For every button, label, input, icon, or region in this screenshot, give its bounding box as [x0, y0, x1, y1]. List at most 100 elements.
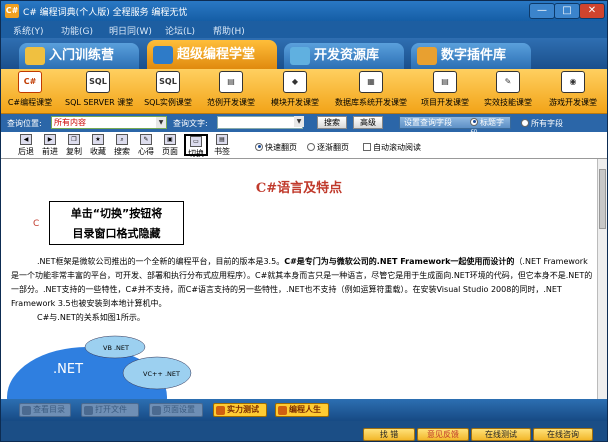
option-fast-page[interactable]: 快速翻页 — [255, 142, 297, 153]
page-button[interactable]: ▣ 页面 — [159, 134, 181, 156]
online-test-button[interactable]: 在线测试 — [471, 428, 531, 441]
module-dbsystem[interactable]: ▦ 数据库系统开发课堂 — [331, 71, 411, 112]
dotnet-diagram: .NET VB .NET VC++ .NET — [7, 335, 192, 399]
open-file-button[interactable]: 打开文件 — [81, 403, 139, 417]
copy-button[interactable]: ❐ 复制 — [63, 134, 85, 156]
back-button[interactable]: ◀ 后退 — [15, 134, 37, 156]
online-consult-button[interactable]: 在线咨询 — [533, 428, 593, 441]
tutorial-callout: 单击“切换”按钮将 目录窗口格式隐藏 — [49, 201, 184, 245]
plugin-icon — [417, 47, 437, 65]
cube-icon: ◆ — [283, 71, 307, 93]
report-error-button[interactable]: 找 错 — [363, 428, 415, 441]
favorite-button[interactable]: ★ 收藏 — [87, 134, 109, 156]
menu-system[interactable]: 系统(Y) — [13, 24, 44, 37]
switch-button[interactable]: ▭ 切换 — [184, 134, 208, 158]
maximize-button[interactable]: □ — [554, 3, 580, 19]
database-icon: SQL — [156, 71, 180, 93]
margin-marker: C — [33, 219, 40, 229]
footer-bar: 找 错 意见反馈 在线测试 在线咨询 — [1, 421, 607, 441]
test-icon — [216, 406, 225, 415]
list-icon: ▤ — [433, 71, 457, 93]
nav-search-button[interactable]: ⌕ 搜索 — [111, 134, 133, 156]
module-modules[interactable]: ◆ 模块开发课堂 — [265, 71, 325, 112]
app-window: C# C# 编程词典(个人版) 全程服务 编程无忧 — □ ✕ 系统(Y) 功能… — [0, 0, 608, 442]
tools-icon: ✎ — [496, 71, 520, 93]
location-label: 查询位置: — [7, 119, 42, 128]
paragraph-1: .NET框架是微软公司推出的一个全新的编程平台，目前的版本是3.5。C#是专门为… — [11, 257, 593, 308]
document-title: C#语言及特点 — [255, 181, 343, 196]
checkbox-icon — [363, 142, 371, 151]
menu-mingri[interactable]: 明日同(W) — [109, 24, 152, 37]
menu-function[interactable]: 功能(G) — [61, 24, 93, 37]
server-icon: ▦ — [359, 71, 383, 93]
title-bar: C# C# 编程词典(个人版) 全程服务 编程无忧 — □ ✕ — [1, 1, 607, 21]
gamepad-icon: ◉ — [561, 71, 585, 93]
close-button[interactable]: ✕ — [579, 3, 605, 19]
folder-icon — [84, 406, 93, 415]
search-icon: ⌕ — [116, 134, 128, 145]
minimize-button[interactable]: — — [529, 3, 555, 19]
option-all-fields[interactable]: 所有字段 — [521, 118, 563, 129]
vertical-scrollbar[interactable] — [597, 159, 607, 399]
feedback-button[interactable]: 意见反馈 — [417, 428, 469, 441]
settings-icon — [152, 406, 161, 415]
tab-programming-school[interactable]: 超级编程学堂 — [147, 40, 277, 69]
scrollbar-thumb[interactable] — [599, 169, 606, 229]
chevron-down-icon: ▼ — [294, 116, 304, 127]
document-view: C#语言及特点 C 单击“切换”按钮将 目录窗口格式隐藏 .NET框架是微软公司… — [1, 159, 597, 399]
page-settings-button[interactable]: 页面设置 — [149, 403, 203, 417]
module-toolbar: C# C#编程课堂 SQL SQL SERVER 课堂 SQL SQL实例课堂 ▤ 范例… — [1, 69, 607, 114]
chevron-down-icon: ▼ — [156, 117, 166, 128]
advanced-button[interactable]: 高级 — [353, 116, 383, 129]
menu-forum[interactable]: 论坛(L) — [165, 24, 195, 37]
module-csharp[interactable]: C# C#编程课堂 — [5, 71, 55, 112]
tab-beginner[interactable]: 入门训练营 — [19, 43, 139, 69]
module-examples[interactable]: ▤ 范例开发课堂 — [203, 71, 259, 112]
contents-icon — [22, 406, 31, 415]
bookmark-button[interactable]: ▤ 书签 — [211, 134, 233, 156]
notes-button[interactable]: ✎ 心得 — [135, 134, 157, 156]
star-icon: ★ — [92, 134, 104, 145]
option-step-page[interactable]: 逐渐翻页 — [307, 142, 349, 153]
forward-icon: ▶ — [44, 134, 56, 145]
ability-test-button[interactable]: 实力测试 — [213, 403, 267, 417]
search-button[interactable]: 搜索 — [317, 116, 347, 129]
computer-icon — [290, 47, 310, 65]
pencil-icon: ✎ — [140, 134, 152, 145]
module-games[interactable]: ◉ 游戏开发课堂 — [543, 71, 603, 112]
database-icon: SQL — [86, 71, 110, 93]
callout-line-2: 目录窗口格式隐藏 — [72, 227, 161, 240]
window-title: C# 编程词典(个人版) 全程服务 编程无忧 — [23, 8, 188, 18]
location-select[interactable]: 所有内容 ▼ — [51, 116, 167, 129]
bottom-toolbar: 查看目录 打开文件 页面设置 实力测试 编程人生 — [1, 399, 607, 421]
window-icon: ▭ — [190, 136, 202, 147]
copy-icon: ❐ — [68, 134, 80, 145]
module-skills[interactable]: ✎ 实效技能课堂 — [479, 71, 537, 112]
module-sqlserver[interactable]: SQL SQL SERVER 课堂 — [65, 71, 133, 112]
option-auto-scroll[interactable]: 自动滚动阅读 — [363, 142, 421, 153]
main-tabs: 入门训练营 超级编程学堂 开发资源库 数字插件库 — [1, 38, 607, 69]
query-field-settings: 设置查询字段 标题字段 — [399, 116, 511, 138]
module-sql-examples[interactable]: SQL SQL实例课堂 — [139, 71, 197, 112]
query-bar: 查询位置: 所有内容▼ 查询文字: ▼ 搜索 高级 设置查询字段 标题字段 所有… — [1, 114, 607, 138]
view-contents-button[interactable]: 查看目录 — [19, 403, 71, 417]
paragraph-2: C#与.NET的关系如图1所示。 — [37, 313, 145, 322]
book-icon — [153, 46, 173, 64]
menu-help[interactable]: 帮助(H) — [213, 24, 245, 37]
menu-bar: 系统(Y) 功能(G) 明日同(W) 论坛(L) 帮助(H) — [1, 21, 607, 38]
app-icon: C# — [5, 4, 19, 18]
page-icon: ▣ — [164, 134, 176, 145]
csharp-icon: C# — [18, 71, 42, 93]
query-text-input[interactable]: ▼ — [217, 116, 304, 129]
module-project[interactable]: ▤ 项目开发课堂 — [417, 71, 473, 112]
text-label: 查询文字: — [173, 119, 208, 128]
house-icon — [25, 47, 45, 65]
callout-line-1: 单击“切换”按钮将 — [70, 207, 163, 220]
radio-icon — [470, 117, 478, 126]
tab-plugin-library[interactable]: 数字插件库 — [411, 43, 531, 69]
vcnet-label: VC++ .NET — [143, 370, 180, 378]
tab-resource-library[interactable]: 开发资源库 — [284, 43, 404, 69]
forward-button[interactable]: ▶ 前进 — [39, 134, 61, 156]
programming-life-button[interactable]: 编程人生 — [275, 403, 329, 417]
person-icon — [278, 406, 287, 415]
